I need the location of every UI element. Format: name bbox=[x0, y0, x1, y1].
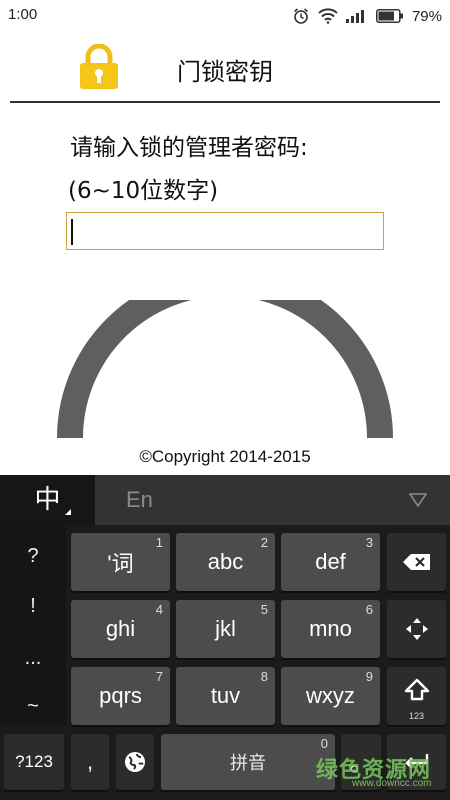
key-label: pqrs bbox=[99, 683, 142, 708]
status-icons: 79% bbox=[292, 5, 442, 27]
watermark-url: www.downcc.com bbox=[352, 778, 432, 789]
key-number: 0 bbox=[320, 736, 328, 751]
key-1[interactable]: '词 1 bbox=[71, 533, 170, 591]
wifi-icon bbox=[318, 8, 338, 24]
page-title: 门锁密钥 bbox=[177, 58, 273, 86]
key-4[interactable]: ghi 4 bbox=[71, 600, 170, 658]
key-2[interactable]: abc 2 bbox=[176, 533, 275, 591]
key-6[interactable]: mno 6 bbox=[281, 600, 380, 658]
key-number: 5 bbox=[260, 602, 268, 617]
keyboard-toolbar: 中 En bbox=[0, 475, 450, 525]
mode-chinese-button[interactable]: 中 bbox=[0, 475, 95, 525]
password-hint: (6~10位数字) bbox=[68, 178, 219, 204]
key-number: 9 bbox=[365, 669, 373, 684]
symbol-key-tilde[interactable]: ~ bbox=[0, 695, 66, 718]
cursor-key[interactable] bbox=[387, 600, 446, 658]
triangle-down-icon[interactable] bbox=[408, 492, 428, 511]
comma-key[interactable]: , bbox=[71, 734, 109, 790]
battery-percent: 79% bbox=[411, 7, 442, 25]
key-label: mno bbox=[309, 616, 352, 641]
key-number: 8 bbox=[260, 669, 268, 684]
key-3[interactable]: def 3 bbox=[281, 533, 380, 591]
key-number: 7 bbox=[155, 669, 163, 684]
text-caret bbox=[71, 219, 73, 245]
globe-key[interactable] bbox=[116, 734, 154, 790]
key-label: tuv bbox=[210, 683, 241, 708]
space-key[interactable]: 拼音 0 bbox=[161, 734, 335, 790]
symbol-key-ellipsis[interactable]: ... bbox=[0, 647, 66, 670]
backspace-key[interactable] bbox=[387, 533, 446, 591]
symbol-key-question[interactable]: ? bbox=[0, 545, 66, 568]
header-divider bbox=[10, 101, 440, 103]
shift-sub-label: 123 bbox=[408, 711, 425, 721]
signal-icon bbox=[345, 9, 368, 23]
key-8[interactable]: tuv 8 bbox=[176, 667, 275, 725]
shift-key[interactable]: 123 bbox=[387, 667, 446, 725]
key-label: , bbox=[86, 749, 94, 774]
corner-triangle-icon bbox=[65, 509, 71, 515]
status-time: 1:00 bbox=[8, 6, 38, 23]
key-number: 1 bbox=[155, 535, 163, 550]
key-label: ghi bbox=[105, 616, 136, 641]
key-label: wxyz bbox=[306, 683, 355, 708]
numeric-mode-key[interactable]: ?123 bbox=[4, 734, 64, 790]
mode-chinese-label: 中 bbox=[34, 485, 61, 515]
password-prompt: 请输入锁的管理者密码: bbox=[70, 135, 308, 161]
key-9[interactable]: wxyz 9 bbox=[281, 667, 380, 725]
key-label: ?123 bbox=[15, 752, 53, 771]
key-number: 4 bbox=[155, 602, 163, 617]
alarm-icon bbox=[292, 7, 310, 25]
battery-icon bbox=[376, 9, 404, 23]
password-input[interactable] bbox=[66, 212, 384, 250]
mode-english-button[interactable]: En bbox=[126, 487, 153, 513]
key-label: def bbox=[315, 549, 346, 574]
key-number: 6 bbox=[365, 602, 373, 617]
key-number: 2 bbox=[260, 535, 268, 550]
key-label: '词 bbox=[107, 551, 134, 576]
copyright-text: ©Copyright 2014-2015 bbox=[139, 447, 311, 466]
symbol-column: ? ! ... ~ bbox=[0, 525, 66, 725]
symbol-key-exclaim[interactable]: ! bbox=[0, 595, 66, 618]
key-label: abc bbox=[207, 549, 244, 574]
key-label: 拼音 bbox=[230, 753, 266, 773]
key-number: 3 bbox=[365, 535, 373, 550]
key-5[interactable]: jkl 5 bbox=[176, 600, 275, 658]
status-bar: 1:00 79% bbox=[0, 0, 450, 32]
watermark: 绿色资源网 www.downcc.com bbox=[316, 752, 446, 796]
key-7[interactable]: pqrs 7 bbox=[71, 667, 170, 725]
key-label: jkl bbox=[215, 616, 236, 641]
progress-arc bbox=[57, 300, 393, 439]
